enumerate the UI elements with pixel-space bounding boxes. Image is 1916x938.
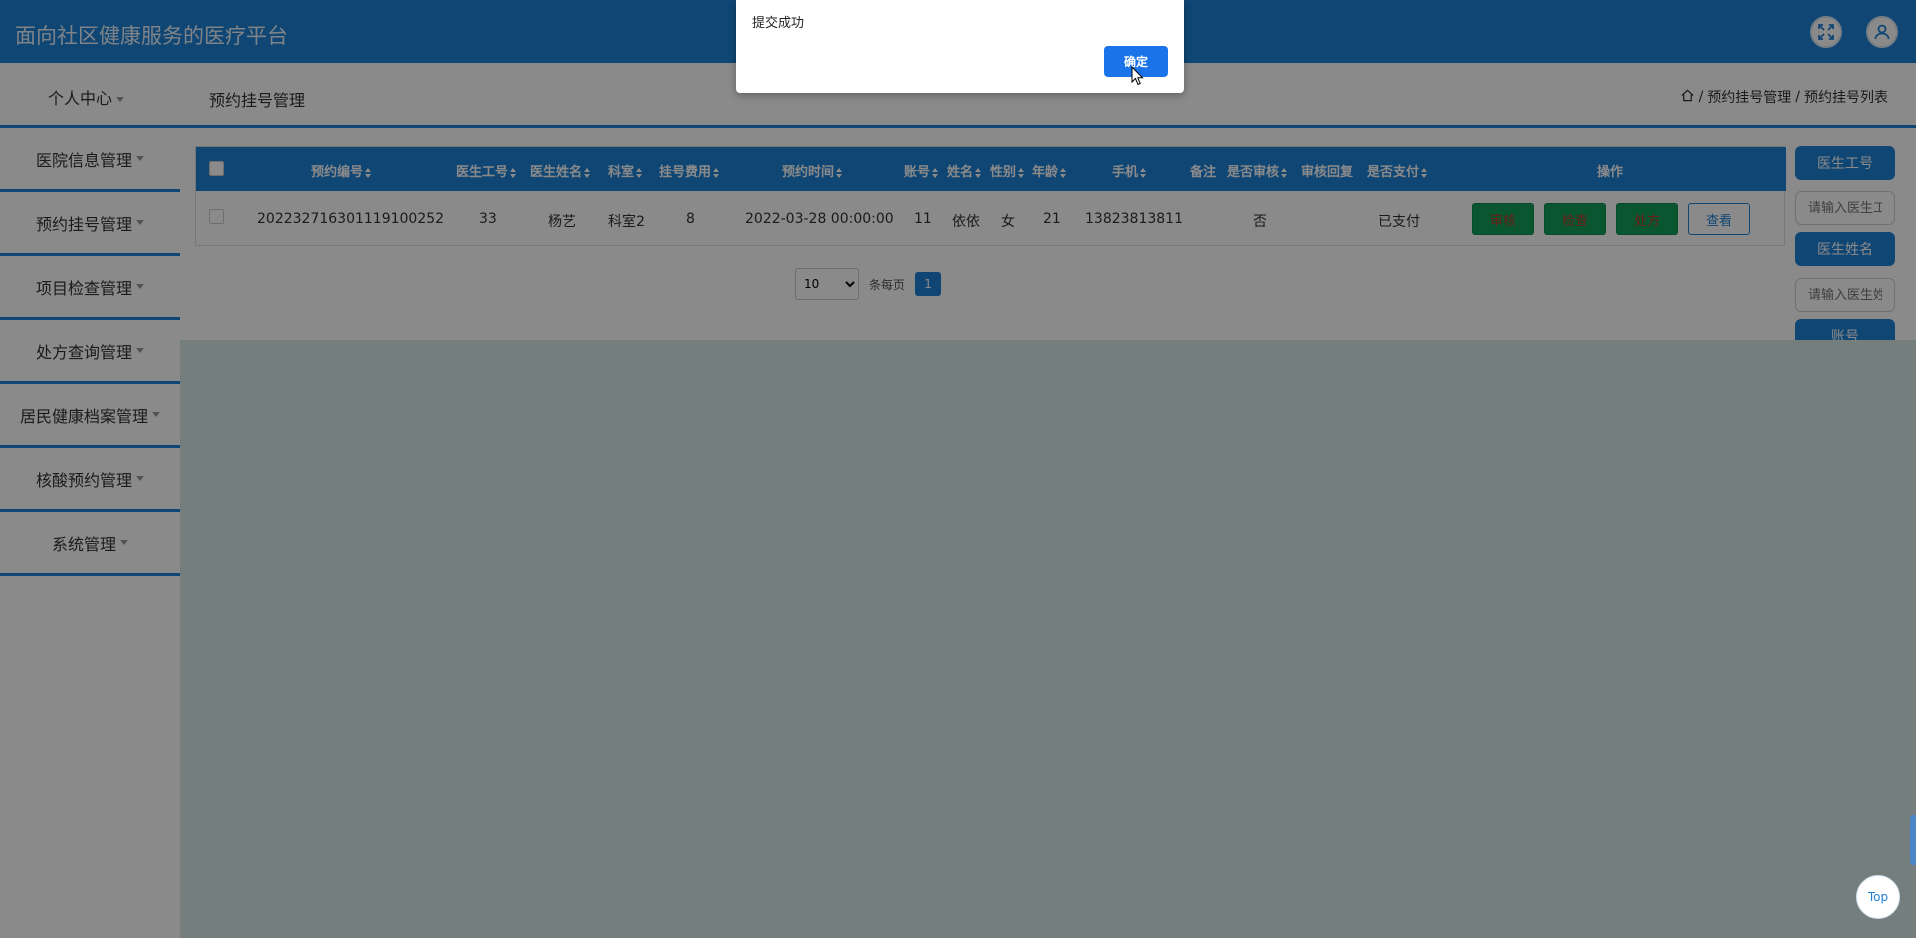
mouse-cursor-icon bbox=[1131, 66, 1144, 86]
back-to-top-button[interactable]: Top bbox=[1856, 875, 1900, 919]
dialog-message: 提交成功 bbox=[752, 16, 805, 31]
scrollbar-handle[interactable] bbox=[1910, 815, 1916, 865]
modal-overlay bbox=[0, 0, 1916, 938]
alert-dialog: 提交成功 确定 bbox=[736, 0, 1184, 93]
